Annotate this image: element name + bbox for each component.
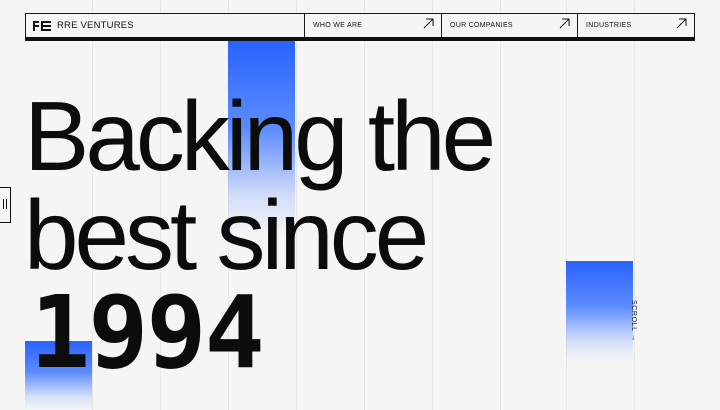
nav-label: INDUSTRIES <box>586 22 632 29</box>
blue-accent-block <box>566 261 633 361</box>
grid-line <box>432 0 433 410</box>
scroll-arrow-icon: → <box>630 334 637 342</box>
arrow-up-right-icon <box>423 18 434 31</box>
nav-underline <box>25 37 695 41</box>
nav-our-companies[interactable]: OUR COMPANIES <box>441 14 577 37</box>
side-menu-tab[interactable] <box>0 187 11 223</box>
menu-lines-icon <box>3 196 7 214</box>
nav-who-we-are[interactable]: WHO WE ARE <box>304 14 441 37</box>
brand-link[interactable]: RRE VENTURES <box>26 14 304 37</box>
arrow-up-right-icon <box>559 18 570 31</box>
scroll-label: SCROLL <box>630 300 637 332</box>
grid-line <box>634 0 635 410</box>
brand-name: RRE VENTURES <box>57 20 134 31</box>
rre-logo-icon <box>33 20 51 31</box>
top-nav: RRE VENTURES WHO WE ARE OUR COMPANIES IN… <box>25 13 695 37</box>
hero-headline-line2: best since <box>24 180 429 290</box>
arrow-up-right-icon <box>676 18 687 31</box>
nav-label: WHO WE ARE <box>313 22 363 29</box>
nav-industries[interactable]: INDUSTRIES <box>577 14 694 37</box>
grid-line <box>500 0 501 410</box>
hero-headline-line1: Backing the <box>24 81 496 191</box>
nav-label: OUR COMPANIES <box>450 22 513 29</box>
scroll-indicator[interactable]: SCROLL → <box>630 300 637 342</box>
hero-year: 1994 <box>30 274 265 391</box>
